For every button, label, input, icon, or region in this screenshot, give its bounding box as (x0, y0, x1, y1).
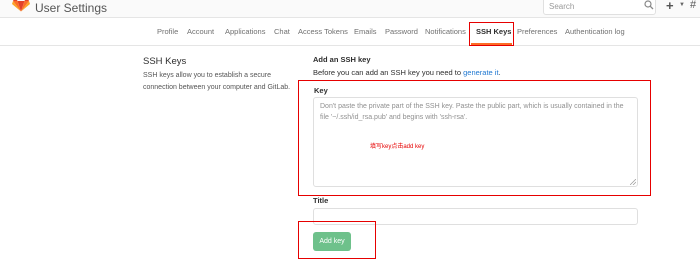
tab-access-tokens[interactable]: Access Tokens (298, 27, 348, 36)
tab-password[interactable]: Password (385, 27, 418, 36)
section-description: SSH keys allow you to establish a secure… (143, 72, 291, 91)
tab-applications[interactable]: Applications (225, 27, 265, 36)
form-intro: Before you can add an SSH key you need t… (313, 68, 501, 77)
key-textarea[interactable]: Don't paste the private part of the SSH … (313, 97, 638, 187)
intro-suffix: . (498, 68, 501, 77)
annotation-note: 填写key点击add key (370, 144, 425, 150)
tab-chat[interactable]: Chat (274, 27, 290, 36)
title-label: Title (313, 196, 329, 205)
plus-icon[interactable]: + (666, 0, 674, 13)
search-input[interactable] (543, 0, 656, 15)
tab-emails[interactable]: Emails (354, 27, 377, 36)
active-tab-indicator (471, 43, 512, 45)
tab-account[interactable]: Account (187, 27, 214, 36)
settings-tabs: Profile Account Applications Chat Access… (0, 17, 700, 46)
section-title: SSH Keys (143, 56, 187, 67)
tab-authentication-log[interactable]: Authentication log (565, 27, 625, 36)
page-title: User Settings (35, 1, 108, 15)
gitlab-logo[interactable] (12, 0, 30, 12)
search-icon (644, 0, 654, 10)
tab-profile[interactable]: Profile (157, 27, 178, 36)
key-label: Key (314, 86, 328, 95)
more-icon[interactable]: # (690, 0, 696, 11)
top-navbar: User Settings + ▼ # (0, 0, 700, 18)
tab-notifications[interactable]: Notifications (425, 27, 466, 36)
resize-handle-icon[interactable] (630, 179, 636, 185)
caret-down-icon[interactable]: ▼ (679, 2, 685, 8)
key-placeholder: Don't paste the private part of the SSH … (320, 103, 624, 121)
form-heading: Add an SSH key (313, 55, 371, 64)
tab-preferences[interactable]: Preferences (517, 27, 557, 36)
generate-it-link[interactable]: generate it (463, 68, 498, 77)
add-key-button[interactable]: Add key (313, 232, 351, 251)
tab-ssh-keys[interactable]: SSH Keys (476, 27, 511, 36)
title-input[interactable] (313, 208, 638, 225)
intro-text: Before you can add an SSH key you need t… (313, 68, 464, 77)
